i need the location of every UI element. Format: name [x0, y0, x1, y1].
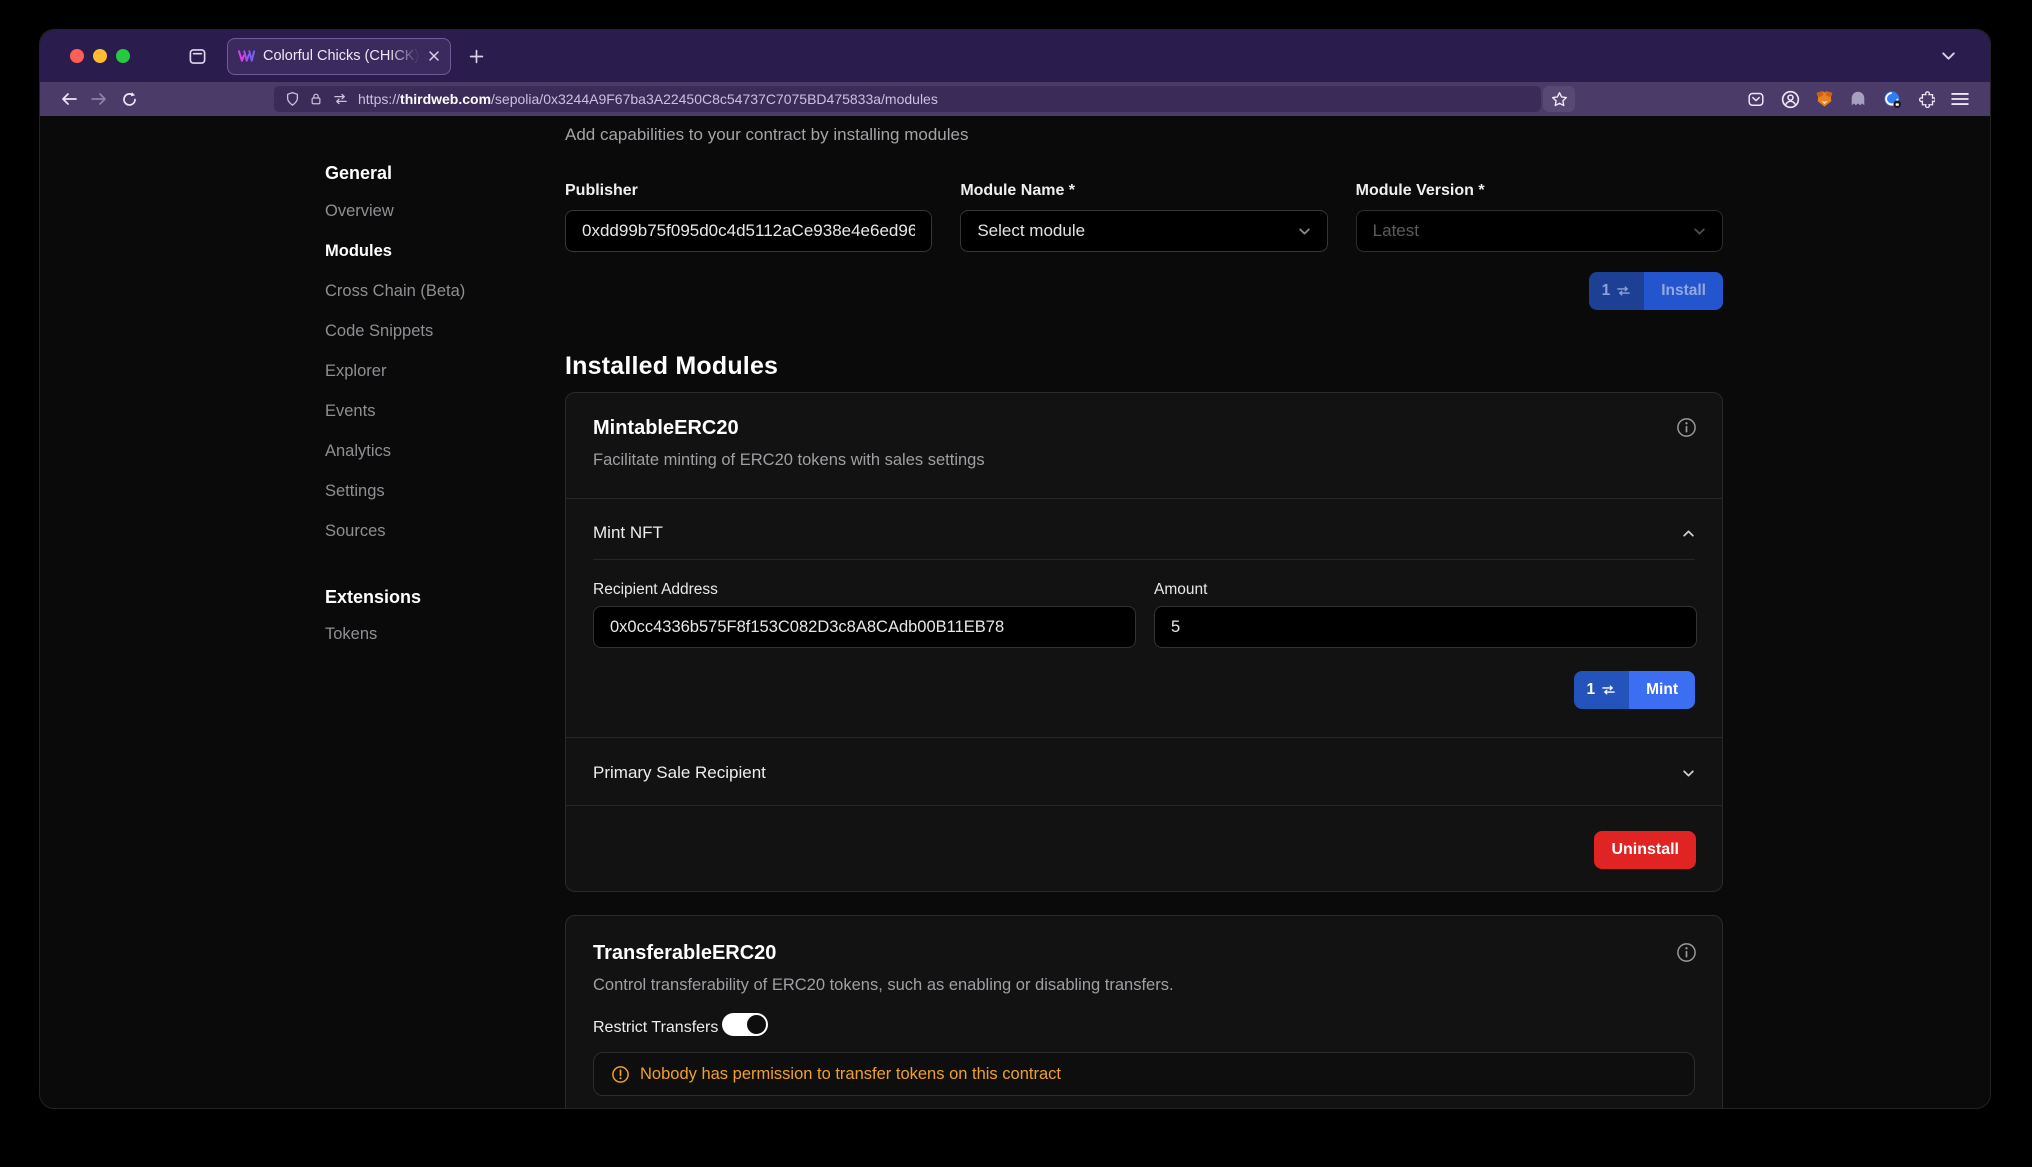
transferable-erc20-card: TransferableERC20 Control transferabilit… [565, 915, 1723, 1108]
amount-input[interactable] [1154, 606, 1697, 648]
alert-icon [611, 1065, 630, 1084]
account-icon[interactable] [1778, 87, 1802, 111]
tab-bar: Colorful Chicks (CHICK) | Sepoli [40, 30, 1990, 82]
sidebar-item-settings[interactable]: Settings [325, 482, 550, 522]
module-version-value: Latest [1373, 221, 1419, 241]
toolbar-extensions [1744, 87, 1972, 111]
tab-title: Colorful Chicks (CHICK) | Sepoli [263, 48, 420, 64]
module-version-label: Module Version * [1356, 182, 1723, 200]
reload-icon[interactable] [114, 86, 144, 112]
modules-intro-text: Add capabilities to your contract by ins… [565, 125, 969, 145]
url-text[interactable]: https://thirdweb.com/sepolia/0x3244A9F67… [358, 91, 938, 107]
menu-hamburger-icon[interactable] [1948, 87, 1972, 111]
permissions-icon[interactable] [332, 92, 349, 106]
swap-arrows-icon [1616, 285, 1631, 297]
sidebar-item-modules[interactable]: Modules [325, 242, 550, 282]
sidebar-item-overview[interactable]: Overview [325, 202, 550, 242]
module-name-select[interactable]: Select module [960, 210, 1327, 252]
navigation-toolbar: https://thirdweb.com/sepolia/0x3244A9F67… [40, 82, 1990, 116]
module-card-title: MintableERC20 [593, 417, 739, 440]
extensions-puzzle-icon[interactable] [1914, 87, 1938, 111]
install-split-button: 1 Install [1589, 272, 1723, 310]
browser-tab[interactable]: Colorful Chicks (CHICK) | Sepoli [227, 38, 451, 75]
publisher-label: Publisher [565, 182, 932, 200]
phantom-ghost-icon[interactable] [1846, 87, 1870, 111]
sidebar-item-sources[interactable]: Sources [325, 522, 550, 562]
contract-sidebar: General Overview Modules Cross Chain (Be… [325, 163, 550, 665]
page-content: Add capabilities to your contract by ins… [40, 116, 1990, 1108]
primary-sale-recipient-section-toggle[interactable]: Primary Sale Recipient [593, 745, 1695, 801]
info-icon[interactable] [1676, 417, 1697, 438]
uninstall-button[interactable]: Uninstall [1594, 831, 1696, 869]
chevron-up-icon [1682, 529, 1695, 538]
sidebar-item-tokens[interactable]: Tokens [325, 625, 550, 665]
privacy-badger-icon[interactable] [1880, 87, 1904, 111]
tab-manager-icon[interactable] [188, 47, 207, 66]
forward-icon[interactable] [84, 86, 114, 112]
mint-nft-section-toggle[interactable]: Mint NFT [593, 511, 1695, 555]
chevron-down-icon [1693, 227, 1706, 236]
warning-text: Nobody has permission to transfer tokens… [640, 1065, 1061, 1084]
minimize-window-button[interactable] [93, 49, 107, 63]
publisher-input[interactable] [565, 210, 932, 252]
sidebar-header-general: General [325, 163, 550, 202]
mint-nft-label: Mint NFT [593, 523, 663, 543]
mintable-erc20-card: MintableERC20 Facilitate minting of ERC2… [565, 392, 1723, 892]
pocket-icon[interactable] [1744, 87, 1768, 111]
module-name-value: Select module [977, 221, 1085, 241]
restrict-transfers-toggle[interactable] [722, 1013, 767, 1036]
zoom-window-button[interactable] [116, 49, 130, 63]
toggle-knob [745, 1013, 768, 1036]
install-button[interactable]: Install [1644, 272, 1723, 310]
recipient-address-label: Recipient Address [593, 581, 718, 599]
swap-arrows-icon [1601, 684, 1616, 696]
install-module-form: Publisher Module Name * Select module Mo… [565, 182, 1723, 252]
sidebar-item-events[interactable]: Events [325, 402, 550, 442]
url-protocol: https:// [358, 91, 400, 107]
amount-label: Amount [1154, 581, 1207, 599]
mint-count-value: 1 [1587, 681, 1596, 699]
close-window-button[interactable] [70, 49, 84, 63]
metamask-icon[interactable] [1812, 87, 1836, 111]
restrict-transfers-label: Restrict Transfers [593, 1019, 718, 1037]
publisher-field-group: Publisher [565, 182, 932, 252]
sidebar-header-extensions: Extensions [325, 587, 550, 625]
install-count-value: 1 [1602, 282, 1611, 300]
module-card-description: Facilitate minting of ERC20 tokens with … [593, 451, 985, 470]
install-tx-count: 1 [1589, 272, 1645, 310]
chevron-down-icon [1298, 227, 1311, 236]
recipient-address-input[interactable] [593, 606, 1136, 648]
info-icon[interactable] [1676, 942, 1697, 963]
module-version-field-group: Module Version * Latest [1356, 182, 1723, 252]
url-path: /sepolia/0x3244A9F67ba3A22450C8c54737C70… [491, 91, 938, 107]
close-tab-icon[interactable] [428, 50, 440, 62]
primary-sale-recipient-label: Primary Sale Recipient [593, 763, 766, 783]
module-version-select[interactable]: Latest [1356, 210, 1723, 252]
url-bar[interactable]: https://thirdweb.com/sepolia/0x3244A9F67… [274, 86, 1541, 112]
module-card-title: TransferableERC20 [593, 942, 776, 965]
window-controls [70, 49, 130, 63]
mint-split-button: 1 Mint [1574, 671, 1695, 709]
mint-button[interactable]: Mint [1629, 671, 1695, 709]
installed-modules-heading: Installed Modules [565, 352, 778, 381]
sidebar-item-explorer[interactable]: Explorer [325, 362, 550, 402]
sidebar-item-analytics[interactable]: Analytics [325, 442, 550, 482]
permission-warning-banner: Nobody has permission to transfer tokens… [593, 1052, 1695, 1096]
thirdweb-favicon-icon [238, 49, 255, 63]
module-card-description: Control transferability of ERC20 tokens,… [593, 976, 1174, 995]
lock-icon[interactable] [309, 91, 323, 107]
sidebar-item-cross-chain[interactable]: Cross Chain (Beta) [325, 282, 550, 322]
sidebar-item-code-snippets[interactable]: Code Snippets [325, 322, 550, 362]
browser-window: Colorful Chicks (CHICK) | Sepoli [40, 30, 1990, 1108]
shield-icon[interactable] [285, 91, 300, 107]
tab-overflow-chevron-icon[interactable] [1941, 51, 1956, 61]
url-domain: thirdweb.com [400, 91, 491, 107]
new-tab-button[interactable] [469, 49, 484, 64]
back-icon[interactable] [54, 86, 84, 112]
chevron-down-icon [1682, 769, 1695, 778]
bookmark-star-icon[interactable] [1543, 86, 1575, 112]
module-name-label: Module Name * [960, 182, 1327, 200]
mint-tx-count: 1 [1574, 671, 1630, 709]
module-name-field-group: Module Name * Select module [960, 182, 1327, 252]
